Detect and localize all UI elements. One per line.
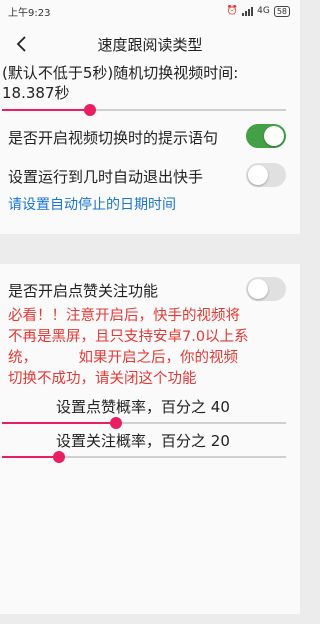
like-follow-label: 是否开启点赞关注功能 (8, 282, 159, 300)
toggle-knob (264, 126, 284, 146)
back-arrow-icon (16, 36, 26, 52)
warning-line-3: 统， 如果开启之后，你的视频 (8, 350, 238, 366)
slider-thumb[interactable] (52, 451, 65, 463)
slider-fill (2, 456, 59, 458)
signal-icon (242, 6, 254, 16)
status-bar: 上午9:23 ⏰ 4G 58 (0, 0, 300, 22)
back-button[interactable] (8, 30, 36, 58)
follow-rate-slider[interactable] (2, 450, 286, 464)
alarm-icon: ⏰ (226, 6, 239, 16)
like-rate-slider[interactable] (2, 416, 286, 430)
auto-exit-label: 设置运行到几时自动退出快手 (8, 168, 204, 186)
battery-icon: 58 (273, 5, 290, 17)
slider-fill (2, 422, 116, 424)
slider-thumb[interactable] (109, 417, 122, 429)
toggle-knob (248, 165, 268, 185)
switch-prompt-label: 是否开启视频切换时的提示语句 (8, 129, 219, 147)
network-type: 4G (257, 6, 270, 16)
app-bar: 速度跟阅读类型 (0, 22, 300, 66)
set-stop-time-link[interactable]: 请设置自动停止的日期时间 (8, 194, 176, 214)
status-icons: ⏰ 4G 58 (226, 5, 290, 17)
follow-rate-label: 设置关注概率，百分之 20 (56, 432, 230, 450)
video-switch-label: (默认不低于5秒)随机切换视频时间: (2, 64, 239, 82)
like-rate-label: 设置点赞概率，百分之 40 (56, 398, 230, 416)
warning-line-1: 必看！！注意开启后，快手的视频将 (8, 308, 240, 324)
slider-thumb[interactable] (84, 104, 97, 116)
like-follow-toggle[interactable] (246, 277, 286, 301)
warning-line-4: 切换不成功，请关闭这个功能 (8, 371, 197, 387)
auto-exit-toggle[interactable] (246, 163, 286, 187)
toggle-knob (248, 279, 268, 299)
slider-fill (2, 109, 91, 111)
battery-level: 58 (276, 6, 287, 16)
page-title: 速度跟阅读类型 (97, 35, 203, 54)
switch-prompt-toggle[interactable] (246, 124, 286, 148)
status-time: 上午9:23 (8, 7, 51, 19)
video-switch-slider[interactable] (2, 103, 286, 117)
video-switch-value: 18.387秒 (2, 84, 70, 102)
warning-line-2: 不再是黑屏，且只支持安卓7.0以上系 (8, 329, 249, 345)
warning-notice: 必看！！注意开启后，快手的视频将 不再是黑屏，且只支持安卓7.0以上系 统， 如… (8, 306, 296, 390)
